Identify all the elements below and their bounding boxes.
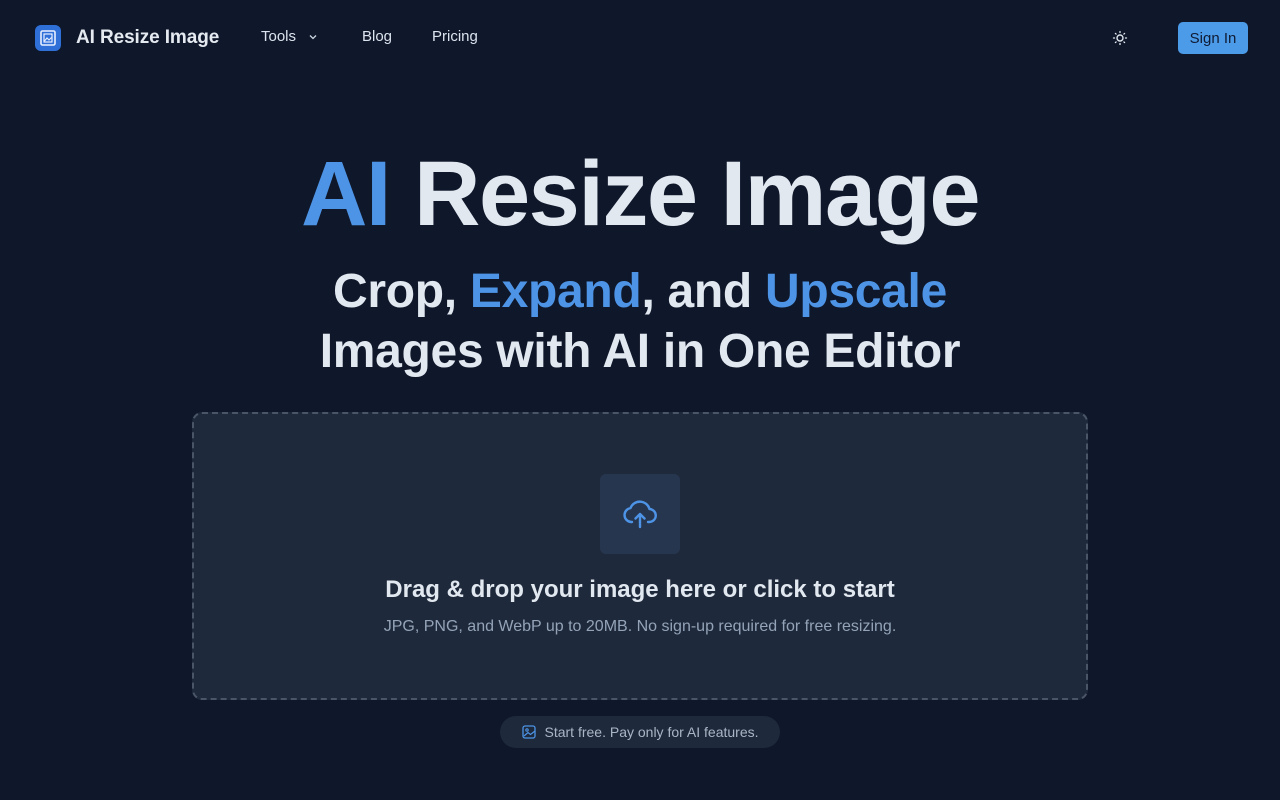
badge-text: Start free. Pay only for AI features.	[544, 724, 759, 740]
subtitle-text-crop: Crop,	[333, 265, 470, 318]
hero-subtitle: Crop, Expand, and Upscale Images with AI…	[0, 262, 1280, 382]
chevron-down-icon	[309, 34, 317, 39]
top-navbar: AI Resize Image Tools Blog Pricing Sign …	[0, 0, 1280, 76]
dropzone-subtitle: JPG, PNG, and WebP up to 20MB. No sign-u…	[383, 618, 897, 635]
image-icon	[521, 725, 536, 739]
subtitle-text-and: , and	[641, 265, 765, 318]
hero-title: AI Resize Image	[0, 140, 1280, 248]
sun-icon	[1112, 30, 1128, 46]
sign-in-button[interactable]: Sign In	[1178, 22, 1248, 54]
nav-blog-label: Blog	[362, 28, 393, 45]
brand-link[interactable]: AI Resize Image	[35, 25, 219, 51]
brand-name: AI Resize Image	[76, 27, 220, 48]
hero-title-rest: Resize Image	[389, 143, 980, 245]
hero-title-accent: AI	[300, 143, 392, 245]
subtitle-accent-expand: Expand	[469, 265, 642, 318]
image-frame-icon	[35, 25, 61, 51]
cloud-upload-icon	[623, 500, 657, 529]
page: AI Resize Image Tools Blog Pricing Sign …	[0, 0, 1280, 800]
theme-toggle-button[interactable]	[1112, 30, 1128, 46]
nav-blog-link[interactable]: Blog	[362, 28, 392, 45]
nav-pricing-link[interactable]: Pricing	[432, 28, 478, 45]
nav-tools-label: Tools	[261, 28, 297, 45]
free-badge: Start free. Pay only for AI features.	[500, 716, 780, 748]
upload-icon-box	[600, 474, 680, 554]
main-nav: Tools Blog Pricing	[261, 28, 478, 45]
nav-pricing-label: Pricing	[432, 28, 478, 45]
dropzone-title: Drag & drop your image here or click to …	[385, 576, 895, 603]
nav-tools-dropdown[interactable]: Tools	[261, 28, 318, 45]
hero-subtitle-line2: Images with AI in One Editor	[319, 325, 961, 378]
hero-subtitle-line1: Crop, Expand, and Upscale	[0, 262, 1280, 322]
subtitle-accent-upscale: Upscale	[764, 265, 947, 318]
image-dropzone[interactable]: Drag & drop your image here or click to …	[192, 412, 1088, 700]
